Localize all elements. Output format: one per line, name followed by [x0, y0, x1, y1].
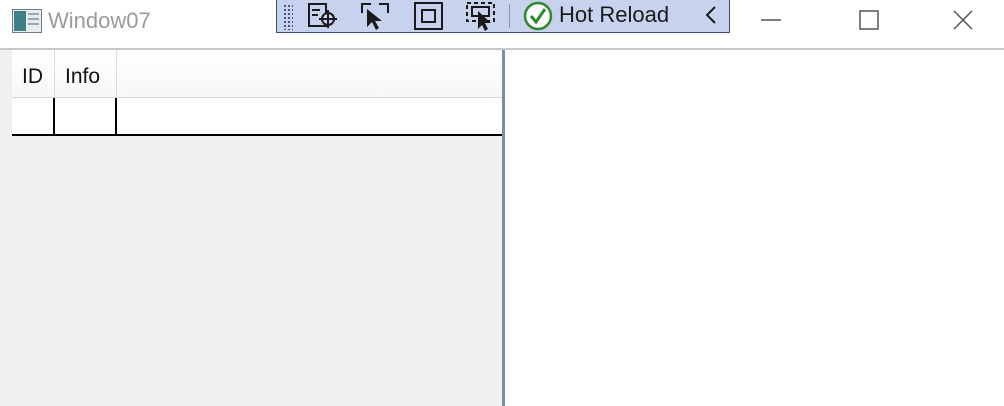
table-cell-info[interactable]	[55, 98, 117, 134]
table-cell-filler	[117, 98, 502, 134]
hot-reload-button[interactable]: Hot Reload	[559, 0, 669, 30]
minimize-icon	[761, 19, 781, 21]
hot-reload-toolbar: Hot Reload	[276, 0, 730, 33]
right-pane	[505, 50, 1004, 406]
layout-adorner-icon	[414, 2, 443, 30]
window-title: Window07	[48, 8, 151, 33]
layout-adorner-button[interactable]	[411, 0, 447, 32]
close-button[interactable]	[940, 0, 986, 40]
app-window-icon	[12, 9, 42, 33]
table-row[interactable]	[12, 98, 502, 136]
column-header-info[interactable]: Info	[55, 50, 117, 97]
pointer-select-button[interactable]	[357, 0, 393, 32]
check-circle-icon	[523, 1, 553, 31]
maximize-icon	[859, 10, 879, 30]
column-header-id[interactable]: ID	[12, 50, 55, 97]
pointer-select-icon	[361, 3, 389, 30]
main-window: Window07 Hot Reload ID Info	[0, 0, 1004, 406]
title-bar[interactable]: Window07 Hot Reload	[0, 0, 1004, 48]
toolbar-grip-handle[interactable]	[283, 4, 293, 30]
maximize-button[interactable]	[846, 0, 892, 40]
toolbar-separator	[509, 4, 510, 28]
select-element-button[interactable]	[305, 0, 341, 32]
track-focus-icon	[466, 2, 495, 31]
row-header-strip	[0, 50, 12, 136]
select-element-icon	[308, 3, 337, 28]
table-cell-id[interactable]	[12, 98, 55, 134]
track-focus-button[interactable]	[463, 0, 499, 32]
data-grid-header: ID Info	[12, 50, 502, 98]
minimize-button[interactable]	[748, 0, 794, 40]
chevron-left-icon[interactable]	[701, 3, 721, 27]
left-pane: ID Info	[0, 50, 503, 406]
close-icon	[953, 10, 973, 30]
